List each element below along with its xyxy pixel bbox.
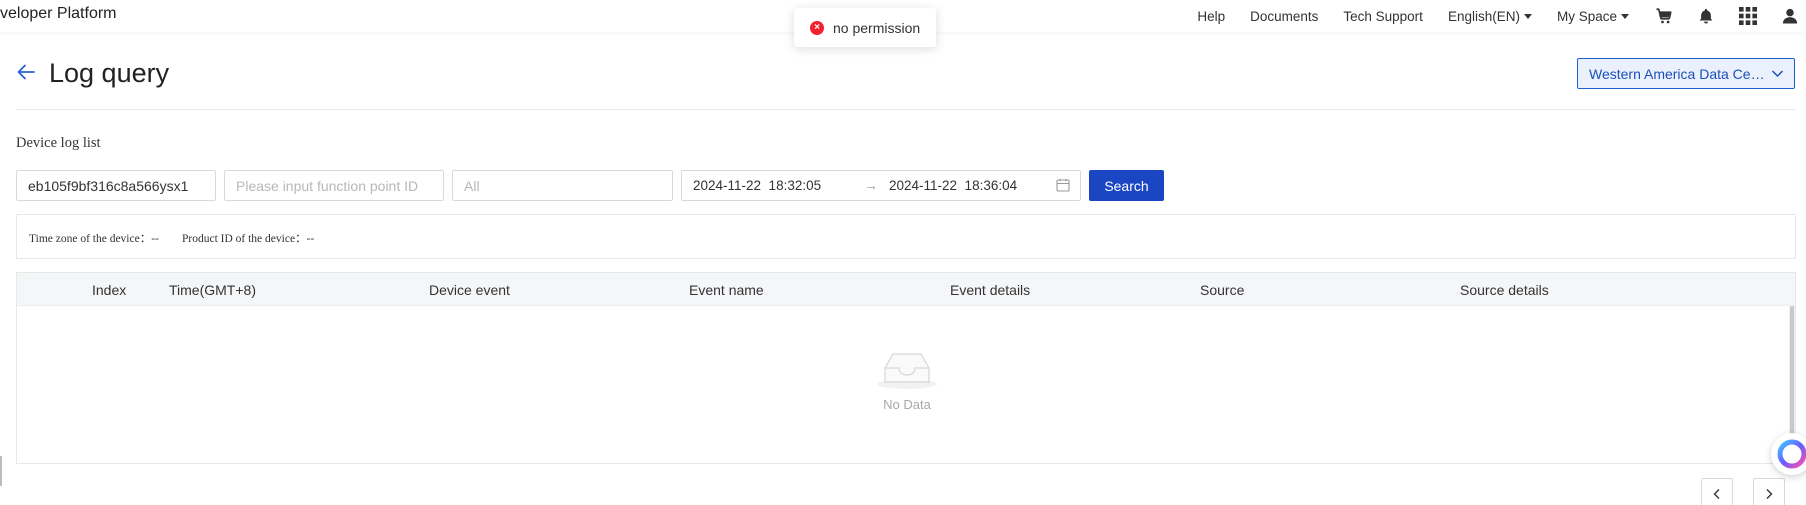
assistant-float-button[interactable]: [1771, 433, 1806, 475]
chevron-right-icon: [1766, 489, 1773, 499]
column-header-event-name: Event name: [689, 282, 764, 298]
device-id-input[interactable]: eb105f9bf316c8a566ysx1: [16, 170, 216, 201]
column-header-index: Index: [92, 282, 127, 298]
column-header-time: Time(GMT+8): [169, 282, 256, 298]
assistant-logo-icon: [1777, 439, 1806, 469]
header-divider: [16, 109, 1796, 110]
nav-tech-support[interactable]: Tech Support: [1343, 9, 1423, 24]
language-dropdown[interactable]: English(EN): [1448, 9, 1532, 24]
table-header: Index Time(GMT+8) Device event Event nam…: [17, 273, 1795, 306]
function-point-input[interactable]: Please input function point ID: [224, 170, 444, 201]
caret-down-icon: [1523, 13, 1532, 19]
device-info-box: Time zone of the device：-- Product ID of…: [16, 214, 1796, 259]
platform-brand[interactable]: veloper Platform: [0, 5, 117, 23]
caret-down-icon: [1621, 13, 1629, 19]
empty-inbox-icon: [877, 353, 937, 389]
date-start[interactable]: 2024-11-22 18:32:05: [693, 178, 821, 193]
next-page-button[interactable]: [1753, 478, 1785, 505]
chevron-down-icon: [1771, 67, 1784, 83]
apps-grid-icon[interactable]: [1738, 6, 1758, 26]
event-type-select[interactable]: All: [452, 170, 673, 201]
log-table: Index Time(GMT+8) Device event Event nam…: [16, 272, 1796, 464]
prev-page-button[interactable]: [1701, 478, 1733, 505]
nav-help[interactable]: Help: [1197, 9, 1225, 24]
column-header-event-details: Event details: [950, 282, 1031, 298]
nav-documents[interactable]: Documents: [1250, 9, 1318, 24]
my-space-dropdown[interactable]: My Space: [1557, 9, 1629, 24]
back-arrow-icon[interactable]: [16, 62, 36, 82]
data-center-select[interactable]: Western America Data Center: [1577, 58, 1795, 89]
bell-icon[interactable]: [1696, 6, 1716, 26]
chevron-left-icon: [1713, 489, 1720, 499]
data-center-value: Western America Data Center: [1589, 65, 1767, 82]
column-header-source-details: Source details: [1460, 282, 1549, 298]
toast-text: no permission: [833, 19, 921, 36]
date-end[interactable]: 2024-11-22 18:36:04: [889, 178, 1017, 193]
empty-state: No Data: [862, 348, 952, 412]
date-separator-arrow-icon: →: [864, 177, 878, 193]
calendar-icon: [1056, 178, 1070, 195]
error-close-icon: ×: [810, 20, 824, 35]
column-header-device-event: Device event: [429, 282, 510, 298]
cart-icon[interactable]: [1654, 6, 1674, 26]
section-label: Device log list: [16, 135, 101, 151]
timezone-info: Time zone of the device：--: [29, 233, 159, 245]
column-header-source: Source: [1200, 282, 1245, 298]
user-avatar-icon[interactable]: [1780, 6, 1800, 26]
page-title: Log query: [49, 58, 170, 88]
empty-text: No Data: [883, 397, 931, 412]
nav-links: Help Documents Tech Support English(EN) …: [1197, 0, 1806, 32]
toast-message: × no permission: [794, 8, 936, 47]
product-id-info: Product ID of the device：--: [182, 233, 315, 245]
search-button[interactable]: Search: [1089, 170, 1164, 201]
left-edge-tab[interactable]: [0, 456, 2, 486]
date-range-picker[interactable]: 2024-11-22 18:32:05 → 2024-11-22 18:36:0…: [681, 170, 1081, 201]
